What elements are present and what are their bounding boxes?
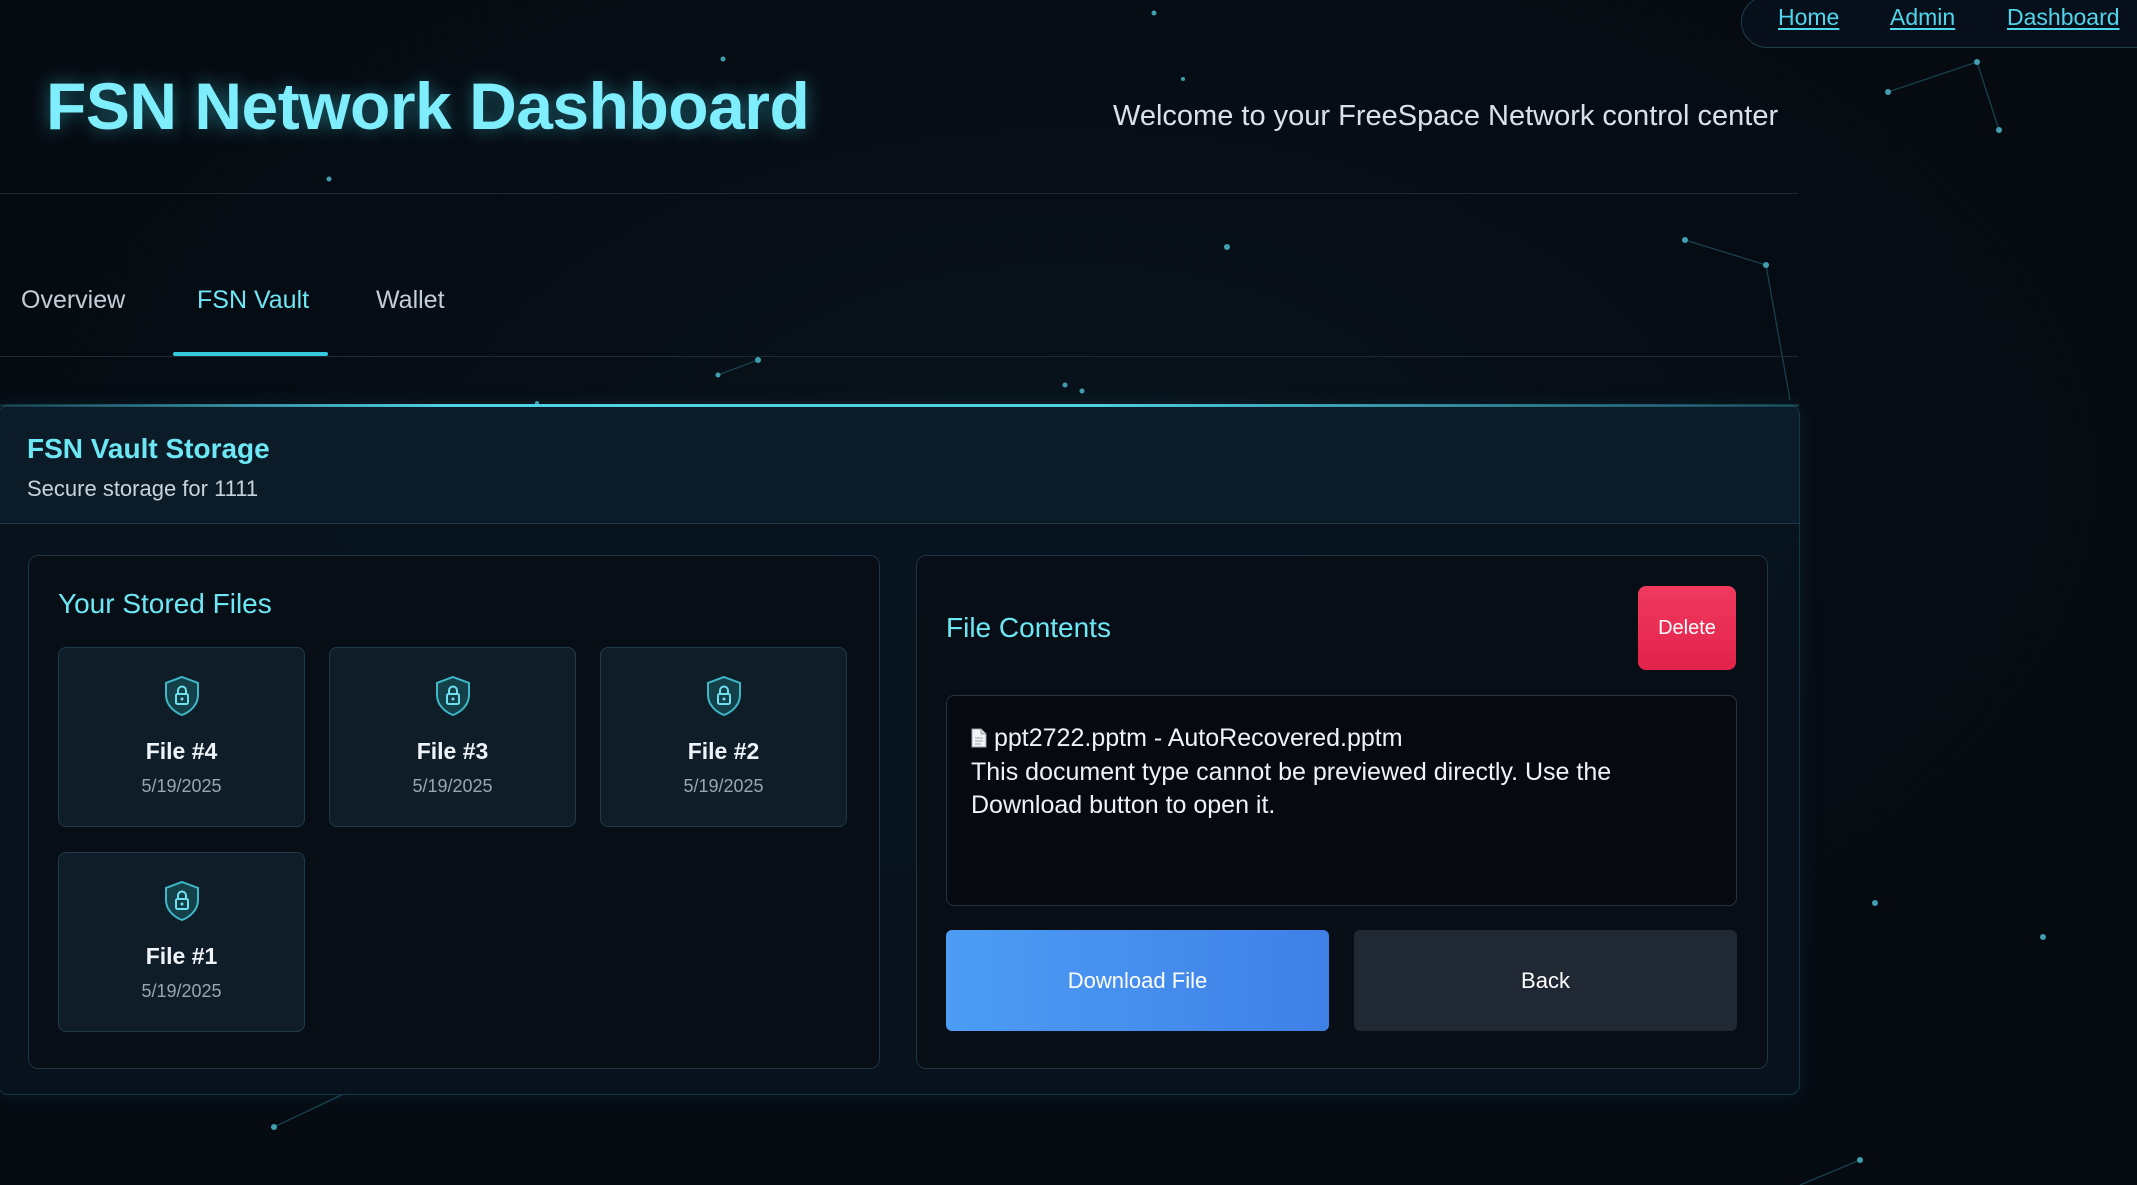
nav-link-home[interactable]: Home [1778, 4, 1839, 31]
file-name: File #2 [687, 738, 760, 764]
delete-button[interactable]: Delete [1638, 586, 1736, 670]
file-date: 5/19/2025 [141, 776, 222, 796]
stored-files-card: Your Stored Files File #4 5/19/2025 File… [28, 555, 880, 1069]
header-divider [0, 193, 1798, 194]
nav-link-admin[interactable]: Admin [1890, 4, 1955, 31]
tab-fsn-vault[interactable]: FSN Vault [197, 286, 309, 315]
top-nav: Home Admin Dashboard [1741, 0, 2137, 48]
download-file-button[interactable]: Download File [946, 930, 1329, 1031]
document-icon [971, 728, 987, 748]
file-date: 5/19/2025 [141, 981, 222, 1001]
preview-file-name: ppt2722.pptm - AutoRecovered.pptm [994, 724, 1403, 752]
shield-lock-icon [707, 675, 741, 717]
file-date: 5/19/2025 [412, 776, 493, 796]
vault-panel-header: FSN Vault Storage Secure storage for 111… [0, 406, 1799, 524]
file-name: File #1 [145, 943, 218, 969]
file-date: 5/19/2025 [683, 776, 764, 796]
file-name: File #4 [145, 738, 218, 764]
tab-wallet[interactable]: Wallet [376, 286, 445, 315]
panel-top-glow [0, 404, 1799, 407]
page-title: FSN Network Dashboard [46, 69, 810, 143]
file-contents-title: File Contents [946, 612, 1111, 643]
preview-file-line: ppt2722.pptm - AutoRecovered.pptm [971, 724, 1403, 753]
shield-lock-icon [165, 675, 199, 717]
preview-message: This document type cannot be previewed d… [971, 758, 1612, 819]
file-name: File #3 [416, 738, 489, 764]
file-tile[interactable]: File #4 5/19/2025 [58, 647, 305, 827]
file-tile[interactable]: File #1 5/19/2025 [58, 852, 305, 1032]
vault-subtitle: Secure storage for 1111 [27, 476, 259, 501]
vault-title: FSN Vault Storage [27, 433, 270, 464]
file-tile[interactable]: File #3 5/19/2025 [329, 647, 576, 827]
file-contents-card: File Contents Delete ppt2722.pptm - Auto… [916, 555, 1768, 1069]
file-preview: ppt2722.pptm - AutoRecovered.pptm This d… [946, 695, 1737, 906]
shield-lock-icon [436, 675, 470, 717]
shield-lock-icon [165, 880, 199, 922]
tab-overview[interactable]: Overview [21, 286, 125, 315]
stored-files-title: Your Stored Files [58, 588, 272, 619]
tabs-divider [0, 356, 1798, 357]
nav-link-dashboard[interactable]: Dashboard [2007, 4, 2120, 31]
back-button[interactable]: Back [1354, 930, 1737, 1031]
welcome-text: Welcome to your FreeSpace Network contro… [1113, 100, 1779, 132]
file-tile[interactable]: File #2 5/19/2025 [600, 647, 847, 827]
vault-panel: FSN Vault Storage Secure storage for 111… [0, 404, 1800, 1095]
